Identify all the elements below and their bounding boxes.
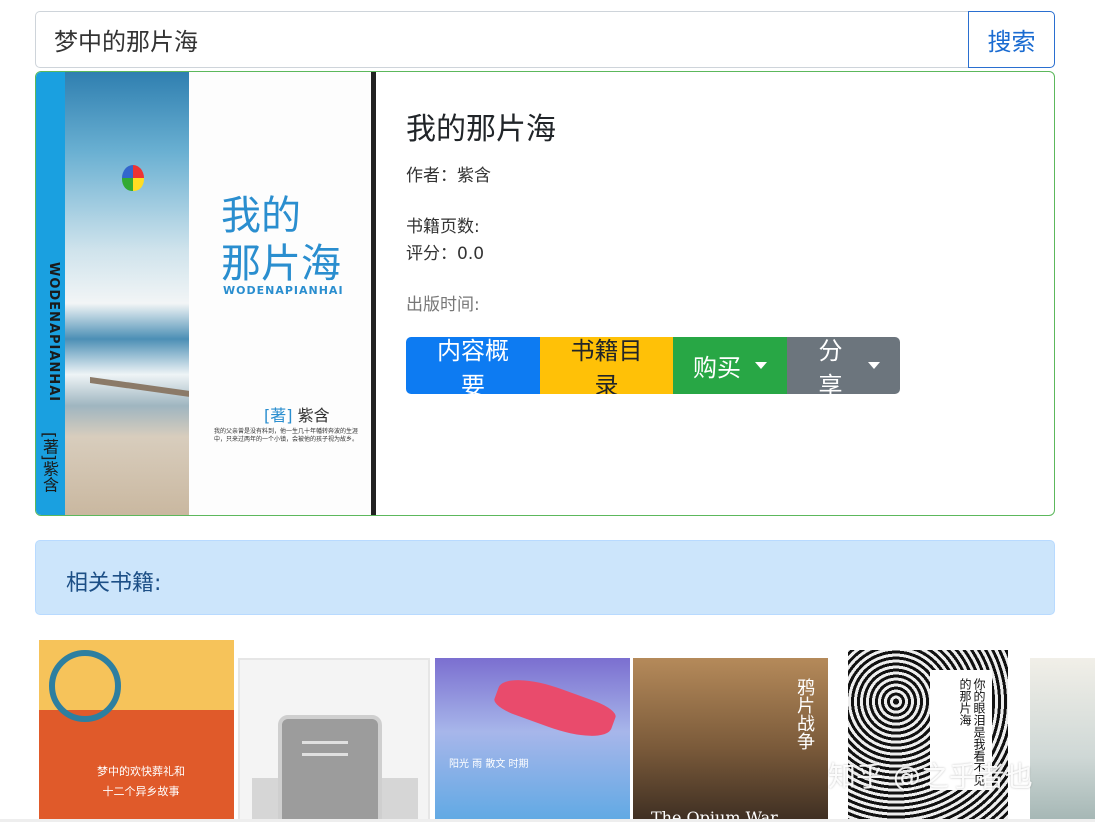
related-books-alert: 相关书籍: [35,540,1055,615]
watermark: 知乎 @之乎者也 [828,760,1033,793]
cover-sea-photo [65,72,189,515]
thumb-title: 阳光 雨 散文 时期 [449,759,529,770]
book-publish-date: 出版时间: [406,295,480,315]
buy-dropdown-button[interactable]: 购买 [673,337,787,394]
related-book-thumb[interactable]: 梦中的欢快葬礼和 十二个异乡故事 [39,640,234,822]
search-button[interactable]: 搜索 [968,11,1055,68]
buy-label: 购买 [693,354,741,382]
thumb-title: 鸦片战争 [794,678,815,750]
search-bar: 搜索 [35,11,1055,68]
thumb-art [491,668,619,748]
thumb-art [49,650,121,722]
book-title: 我的那片海 [406,112,556,147]
book-rating: 评分：0.0 [406,244,485,264]
book-cover-image[interactable]: WODENAPIANHAI [著]紫含 我的 那片海 WODENAPIANHAI… [36,72,376,515]
thumb-title: 梦中的欢快葬礼和 十二个异乡故事 [97,765,185,798]
book-author: 作者：紫含 [406,166,491,186]
book-card: WODENAPIANHAI [著]紫含 我的 那片海 WODENAPIANHAI… [35,71,1055,516]
related-book-thumb[interactable]: 你的眼泪是我看不见的那片海 [832,650,1027,822]
related-books-label: 相关书籍: [66,571,162,596]
related-book-thumb[interactable] [1030,658,1095,822]
search-input[interactable] [35,11,968,68]
caret-down-icon [868,362,880,369]
book-action-buttons: 内容概要 书籍目录 购买 分享 [406,337,900,394]
cover-spine-author: [著]紫含 [40,432,59,493]
cover-title: 我的 那片海 [221,193,341,287]
cover-subtitle: WODENAPIANHAI [223,284,344,297]
cover-author: [著] 紫含 [264,406,330,425]
share-label: 分享 [818,337,843,394]
cover-edge [371,72,376,515]
related-book-thumb-placeholder[interactable] [238,658,430,822]
document-icon [278,715,382,820]
hot-air-balloon-icon [122,165,144,191]
cover-blurb: 我的父亲曾是没有料到，他一生几十年幡转奔波的生涯中，只来过两年的一个小镇，会被他… [214,428,359,443]
related-book-thumb[interactable]: 阳光 雨 散文 时期 [435,658,630,822]
cover-spine-text: WODENAPIANHAI [46,262,61,403]
summary-button[interactable]: 内容概要 [406,337,540,394]
book-pages: 书籍页数: [406,217,480,237]
related-book-thumb[interactable]: 鸦片战争 The Opium War [633,658,828,822]
toc-button[interactable]: 书籍目录 [540,337,673,394]
caret-down-icon [755,362,767,369]
share-dropdown-button[interactable]: 分享 [787,337,900,394]
